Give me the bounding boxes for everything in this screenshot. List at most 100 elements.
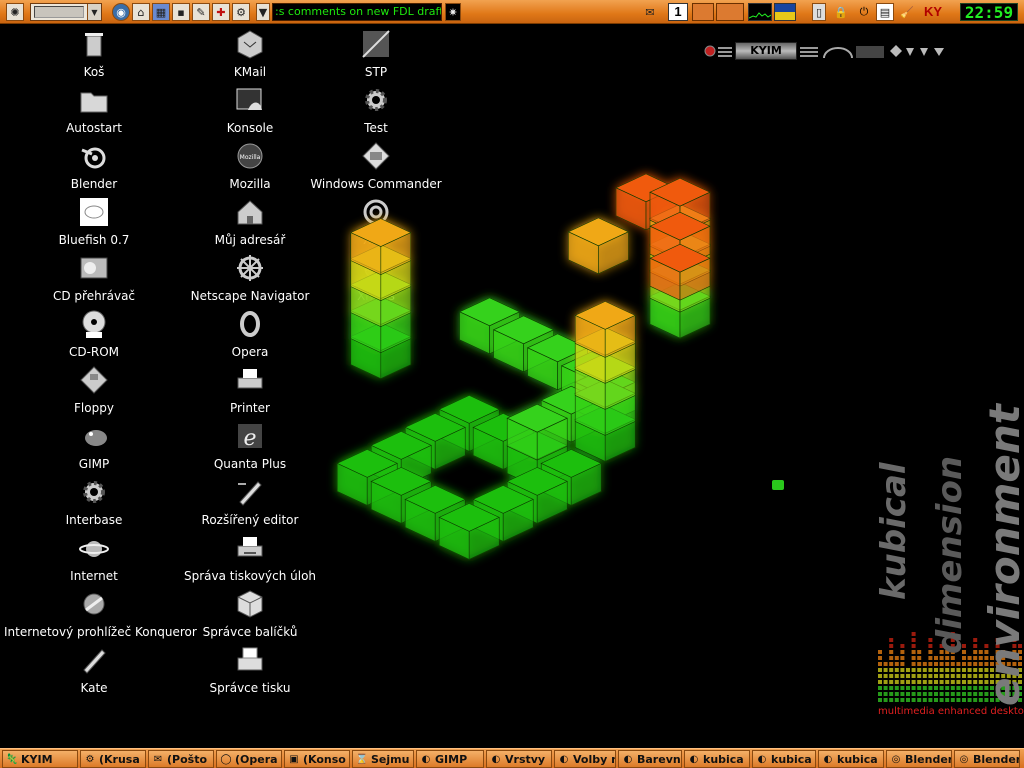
desktop-icon-item[interactable]: CD-ROM — [4, 308, 184, 359]
equalizer-dot — [878, 674, 882, 678]
desktop-icon-item[interactable]: Blender — [4, 140, 184, 191]
desktop-icon-item[interactable]: Správce tisku — [160, 644, 340, 695]
clock[interactable]: 22:59 — [960, 3, 1018, 21]
ticker-menu-icon[interactable]: ▼ — [256, 3, 270, 21]
calendar-icon[interactable]: ▤ — [876, 3, 894, 21]
desktop-icon-item[interactable]: Správce balíčků — [160, 588, 340, 639]
taskbar-button[interactable]: ⌛ Sejmu — [352, 750, 414, 768]
desktop-icon-item[interactable]: Koš — [4, 28, 184, 79]
mozilla-icon[interactable]: Mozilla — [234, 140, 266, 172]
taskbar-button[interactable]: ▣ (Konso — [284, 750, 350, 768]
equalizer-dot — [883, 668, 888, 672]
blender-icon[interactable] — [78, 140, 110, 172]
equalizer-dot — [917, 668, 922, 672]
desktop-icon[interactable]: ▦ — [152, 3, 170, 21]
desktop-icon-item[interactable]: GIMP — [4, 420, 184, 471]
test-icon[interactable] — [360, 84, 392, 116]
desktop-icon-item[interactable]: Internet — [4, 532, 184, 583]
taskbar-button[interactable]: ◐ kubica — [684, 750, 750, 768]
equalizer-dot — [911, 698, 916, 702]
desktop-icon-item[interactable]: CD přehrávač — [4, 252, 184, 303]
opera-icon[interactable] — [234, 308, 266, 340]
planet-icon[interactable] — [78, 532, 110, 564]
equalizer-dot — [911, 692, 916, 696]
editor-icon[interactable]: ✎ — [192, 3, 210, 21]
command-combo[interactable]: ▼ — [30, 3, 102, 21]
taskbar-button[interactable]: ◐ kubica — [818, 750, 884, 768]
desktop-icon-item[interactable]: STP — [286, 28, 466, 79]
equalizer-dot — [922, 668, 927, 672]
broom-icon[interactable]: 🧹 — [898, 3, 916, 21]
scroll-handle-icon[interactable]: ▯ — [812, 3, 826, 21]
taskbar-button[interactable]: ◐ Barevn — [618, 750, 682, 768]
kate-icon[interactable] — [78, 644, 110, 676]
kyim-tray-icon[interactable]: KY — [924, 3, 952, 21]
print-manager-icon[interactable] — [234, 644, 266, 676]
netscape-icon[interactable] — [234, 252, 266, 284]
desktop-icon-item[interactable]: Autostart — [4, 84, 184, 135]
pager-desktop-3[interactable] — [716, 3, 744, 21]
settings-icon[interactable]: ⚙ — [232, 3, 250, 21]
command-field[interactable] — [34, 6, 84, 18]
cdrom-icon[interactable] — [78, 308, 110, 340]
kde-menu-icon[interactable]: ✺ — [6, 3, 24, 21]
stp-icon[interactable] — [360, 28, 392, 60]
home-icon[interactable]: ⌂ — [132, 3, 150, 21]
taskbar-button[interactable]: ✉ (Pošto — [148, 750, 214, 768]
desktop-icon-label: Autostart — [66, 121, 122, 135]
desktop-icon-item[interactable]: Interbase — [4, 476, 184, 527]
equalizer-dot — [962, 668, 966, 672]
print-queue-icon[interactable] — [234, 532, 266, 564]
terminal-icon[interactable]: ▪ — [172, 3, 190, 21]
taskbar-button[interactable]: ◐ Volby n — [554, 750, 616, 768]
taskbar-button[interactable]: ◯ (Opera — [216, 750, 282, 768]
help-icon[interactable]: ✚ — [212, 3, 230, 21]
konsole-icon[interactable] — [234, 84, 266, 116]
trash-icon[interactable] — [78, 28, 110, 60]
gimp-icon[interactable] — [78, 420, 110, 452]
equalizer-dot — [928, 668, 933, 672]
folder-icon[interactable] — [78, 84, 110, 116]
gear-icon[interactable] — [78, 476, 110, 508]
cd-player-icon[interactable] — [78, 252, 110, 284]
ticker-logo-icon[interactable]: ✷ — [445, 3, 461, 21]
bluefish-icon[interactable] — [78, 196, 110, 228]
taskbar-button[interactable]: ◎ Blender — [886, 750, 952, 768]
konqueror-icon[interactable] — [78, 588, 110, 620]
desktop-icon-label: GIMP — [78, 457, 110, 471]
news-ticker[interactable]: :s comments on new FDL draft +++ — [272, 3, 442, 21]
pager-desktop-2[interactable] — [692, 3, 714, 21]
equalizer-dot — [950, 668, 955, 672]
desktop-icon-item[interactable]: Test — [286, 84, 466, 135]
taskbar-button[interactable]: ⚙ (Krusa — [80, 750, 146, 768]
address-book-icon[interactable] — [234, 196, 266, 228]
branding-line-2: dimension — [930, 455, 970, 654]
editor-icon[interactable] — [234, 476, 266, 508]
printer-icon[interactable] — [234, 364, 266, 396]
taskbar-button[interactable]: 🦎 KYIM — [2, 750, 78, 768]
floppy-icon[interactable] — [78, 364, 110, 396]
equalizer-dot — [928, 686, 933, 690]
chevron-down-icon[interactable]: ▼ — [87, 4, 101, 20]
desktop-icon-label: Internetový prohlížeč Konqueror — [4, 625, 197, 639]
equalizer-dot — [917, 686, 922, 690]
taskbar-button[interactable]: ◐ Vrstvy — [486, 750, 552, 768]
taskbar-button[interactable]: ◐ kubica — [752, 750, 816, 768]
equalizer-dot — [967, 656, 972, 660]
lock-icon[interactable]: 🔒 — [832, 3, 850, 21]
desktop-icon-item[interactable]: Kate — [4, 644, 184, 695]
envelope-icon[interactable]: ✉ — [640, 3, 660, 21]
pager-desktop-1[interactable]: 1 — [668, 3, 688, 21]
desktop-icon-item[interactable]: Bluefish 0.7 — [4, 196, 184, 247]
kubical-cube-wallpaper — [336, 173, 711, 560]
kyim-label[interactable]: KYIM — [735, 42, 797, 60]
quanta-icon[interactable]: e — [234, 420, 266, 452]
kmail-icon[interactable] — [234, 28, 266, 60]
desktop-icon-item[interactable]: Internetový prohlížeč Konqueror — [4, 588, 197, 639]
globe-icon[interactable]: ◉ — [112, 3, 130, 21]
taskbar-button[interactable]: ◐ GIMP — [416, 750, 484, 768]
desktop-icon-item[interactable]: Floppy — [4, 364, 184, 415]
taskbar-button[interactable]: ◎ Blender — [954, 750, 1020, 768]
logout-icon[interactable]: ⏻ — [855, 3, 873, 21]
package-icon[interactable] — [234, 588, 266, 620]
